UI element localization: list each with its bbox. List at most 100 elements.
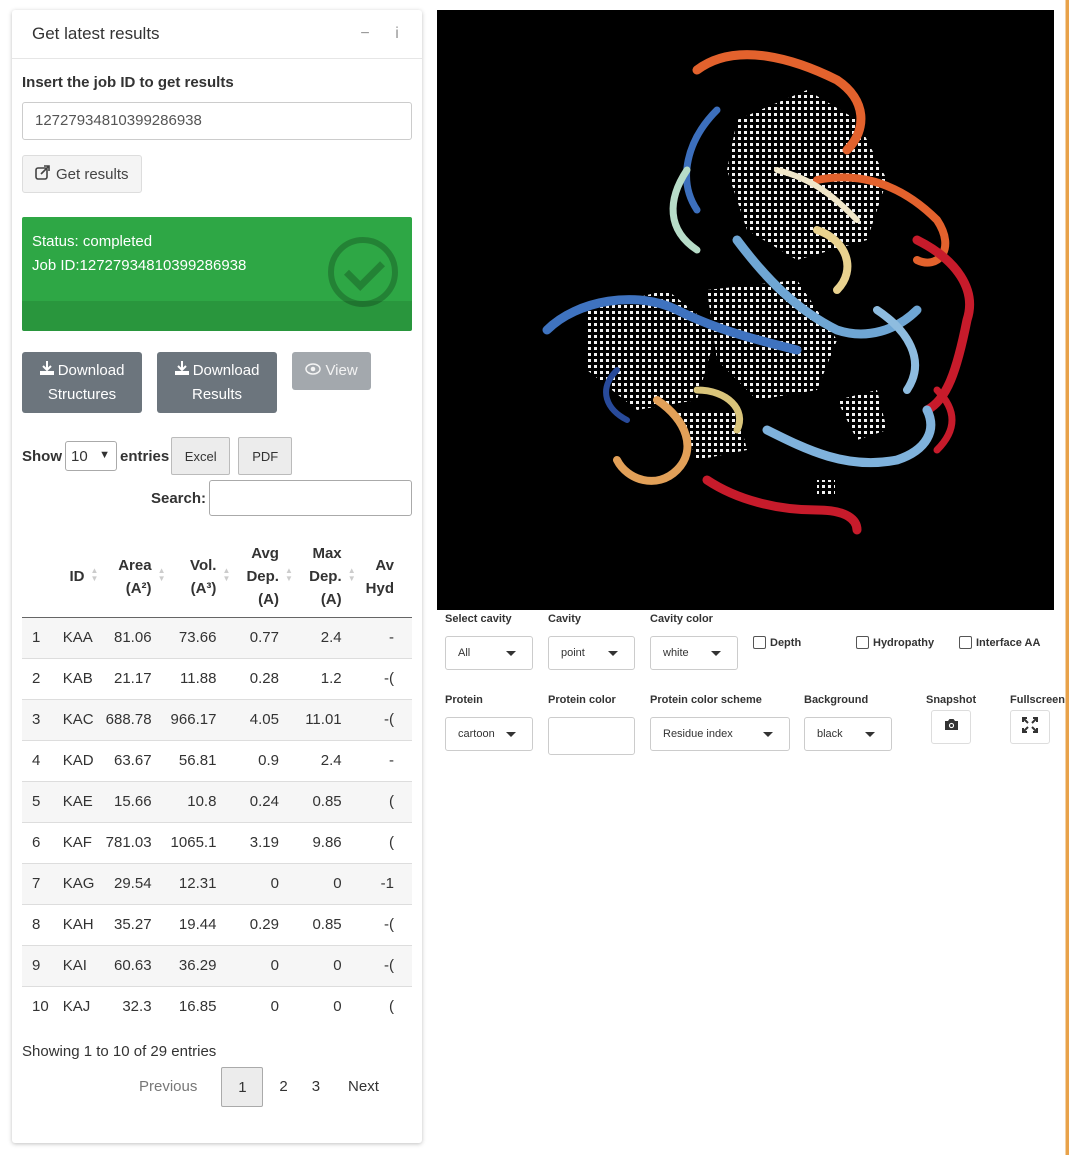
table-row[interactable]: 3 KAC 688.78 966.17 4.05 11.01 -(	[22, 698, 412, 740]
column-header[interactable]: Vol. (A³) ▲ ▼	[169, 537, 235, 618]
snapshot-button[interactable]	[931, 710, 971, 744]
view-button[interactable]: View	[292, 352, 371, 390]
column-header-label: Vol.	[190, 556, 217, 574]
info-icon[interactable]: i	[392, 25, 402, 43]
download-structures-line2: Structures	[47, 386, 117, 403]
table-cell: KAE	[52, 780, 103, 822]
table-cell: -	[359, 616, 412, 658]
table-cell: 0.9	[234, 739, 297, 781]
table-cell: 1.2	[296, 657, 360, 699]
minus-icon[interactable]: −	[360, 25, 370, 43]
column-header[interactable]: ID ▲ ▼	[52, 537, 103, 618]
table-cell: 1065.1	[169, 821, 235, 863]
checkbox-box[interactable]	[959, 636, 972, 649]
table-row[interactable]: 1 KAA 81.06 73.66 0.77 2.4-	[22, 616, 412, 658]
camera-icon	[944, 718, 959, 736]
table-row[interactable]: 4 KAD 63.67 56.81 0.9 2.4-	[22, 739, 412, 781]
download-structures-button[interactable]: Download Structures	[22, 352, 142, 413]
interface-aa-label: Interface AA	[976, 636, 1041, 649]
table-cell: 11.88	[169, 657, 235, 699]
search-label: Search:	[150, 489, 206, 507]
table-cell: -(	[359, 944, 412, 986]
table-row[interactable]: 7 KAG 29.54 12.31 0 0 -1	[22, 862, 412, 904]
download-structures-line1: Download	[57, 362, 125, 379]
table-cell: 0	[234, 944, 297, 986]
table-cell: 6	[22, 821, 53, 863]
cavity-label: Cavity	[548, 613, 582, 625]
table-cell: 4	[22, 739, 53, 781]
cavity-color-dropdown[interactable]: white	[650, 636, 738, 670]
excel-button[interactable]: Excel	[171, 437, 231, 475]
table-cell: -(	[359, 698, 412, 740]
status-footer	[22, 301, 412, 331]
table-cell: 0.29	[234, 903, 297, 945]
table-cell: KAJ	[52, 985, 103, 1027]
table-row[interactable]: 9 KAI 60.63 36.29 0 0 -(	[22, 944, 412, 986]
table-row[interactable]: 6 KAF 781.03 1065.1 3.19 9.86(	[22, 821, 412, 863]
column-header[interactable]: Area (A²) ▲ ▼	[102, 537, 170, 618]
table-info: Showing 1 to 10 of 29 entries	[22, 1043, 217, 1060]
snapshot-label: Snapshot	[926, 694, 977, 706]
checkbox-box[interactable]	[753, 636, 766, 649]
table-cell: 60.63	[102, 944, 170, 986]
background-dropdown[interactable]: black	[804, 717, 892, 751]
cavity-color-value: white	[663, 647, 689, 659]
table-cell: 73.66	[169, 616, 235, 658]
column-header-label: Av	[375, 556, 394, 574]
table-row[interactable]: 10 KAJ 32.3 16.85 0 0(	[22, 985, 412, 1027]
job-id-label: Insert the job ID to get results	[22, 74, 234, 91]
column-header-label: Avg	[251, 545, 279, 563]
table-cell: KAH	[52, 903, 103, 945]
search-input[interactable]	[209, 480, 412, 516]
table-cell: 781.03	[102, 821, 170, 863]
table-cell: 0	[296, 944, 360, 986]
column-header[interactable]: Av Hyd	[359, 537, 412, 618]
table-cell: 81.06	[102, 616, 170, 658]
table-cell: 966.17	[169, 698, 235, 740]
column-header-label: Hyd	[365, 579, 394, 597]
download-results-button[interactable]: Download Results	[157, 352, 277, 413]
table-cell: 0.85	[296, 780, 360, 822]
table-row[interactable]: 8 KAH 35.27 19.44 0.29 0.85 -(	[22, 903, 412, 945]
protein-style-dropdown[interactable]: cartoon	[445, 717, 533, 751]
table-cell: -1	[359, 862, 412, 904]
hydropathy-checkbox[interactable]: Hydropathy	[856, 636, 934, 649]
cavity-style-dropdown[interactable]: point	[548, 636, 635, 670]
interface-aa-checkbox[interactable]: Interface AA	[959, 636, 1040, 649]
previous-page-button[interactable]: Previous	[127, 1067, 209, 1107]
depth-checkbox[interactable]: Depth	[753, 636, 801, 649]
column-header[interactable]: Max Dep. (A) ▲ ▼	[296, 537, 360, 618]
protein-color-input[interactable]	[548, 717, 635, 755]
table-cell: KAC	[52, 698, 103, 740]
table-cell: -	[359, 739, 412, 781]
page-1-button[interactable]: 1	[221, 1067, 264, 1107]
pagination: Previous 1 2 3 Next	[127, 1067, 391, 1107]
page-2-button[interactable]: 2	[267, 1067, 299, 1107]
job-id-input[interactable]: 12727934810399286938	[22, 102, 412, 140]
molecule-viewer[interactable]	[437, 10, 1054, 610]
table-row[interactable]: 2 KAB 21.17 11.88 0.28 1.2 -(	[22, 657, 412, 699]
next-page-button[interactable]: Next	[336, 1067, 391, 1107]
fullscreen-button[interactable]	[1010, 710, 1050, 744]
page-3-button[interactable]: 3	[300, 1067, 332, 1107]
table-cell: 0	[234, 862, 297, 904]
get-results-button[interactable]: Get results	[22, 155, 142, 193]
select-cavity-dropdown[interactable]: All	[445, 636, 533, 670]
pdf-button[interactable]: PDF	[238, 437, 293, 475]
select-cavity-label: Select cavity	[445, 613, 512, 625]
column-header-label: (A)	[320, 591, 342, 609]
table-row[interactable]: 5 KAE 15.66 10.8 0.24 0.85(	[22, 780, 412, 822]
download-results-line2: Results	[191, 386, 243, 403]
table-cell: 8	[22, 903, 53, 945]
table-cell: 3.19	[234, 821, 297, 863]
checkbox-box[interactable]	[856, 636, 869, 649]
color-scheme-dropdown[interactable]: Residue index	[650, 717, 790, 751]
column-header[interactable]: Avg Dep. (A) ▲ ▼	[234, 537, 297, 618]
table-cell: 2.4	[296, 616, 360, 658]
table-cell: 9.86	[296, 821, 360, 863]
caret-down-icon	[506, 651, 516, 656]
table-cell: KAB	[52, 657, 103, 699]
caret-down-icon	[608, 651, 618, 656]
color-scheme-value: Residue index	[663, 728, 733, 740]
page-length-select[interactable]: 10 ▼	[65, 441, 117, 471]
